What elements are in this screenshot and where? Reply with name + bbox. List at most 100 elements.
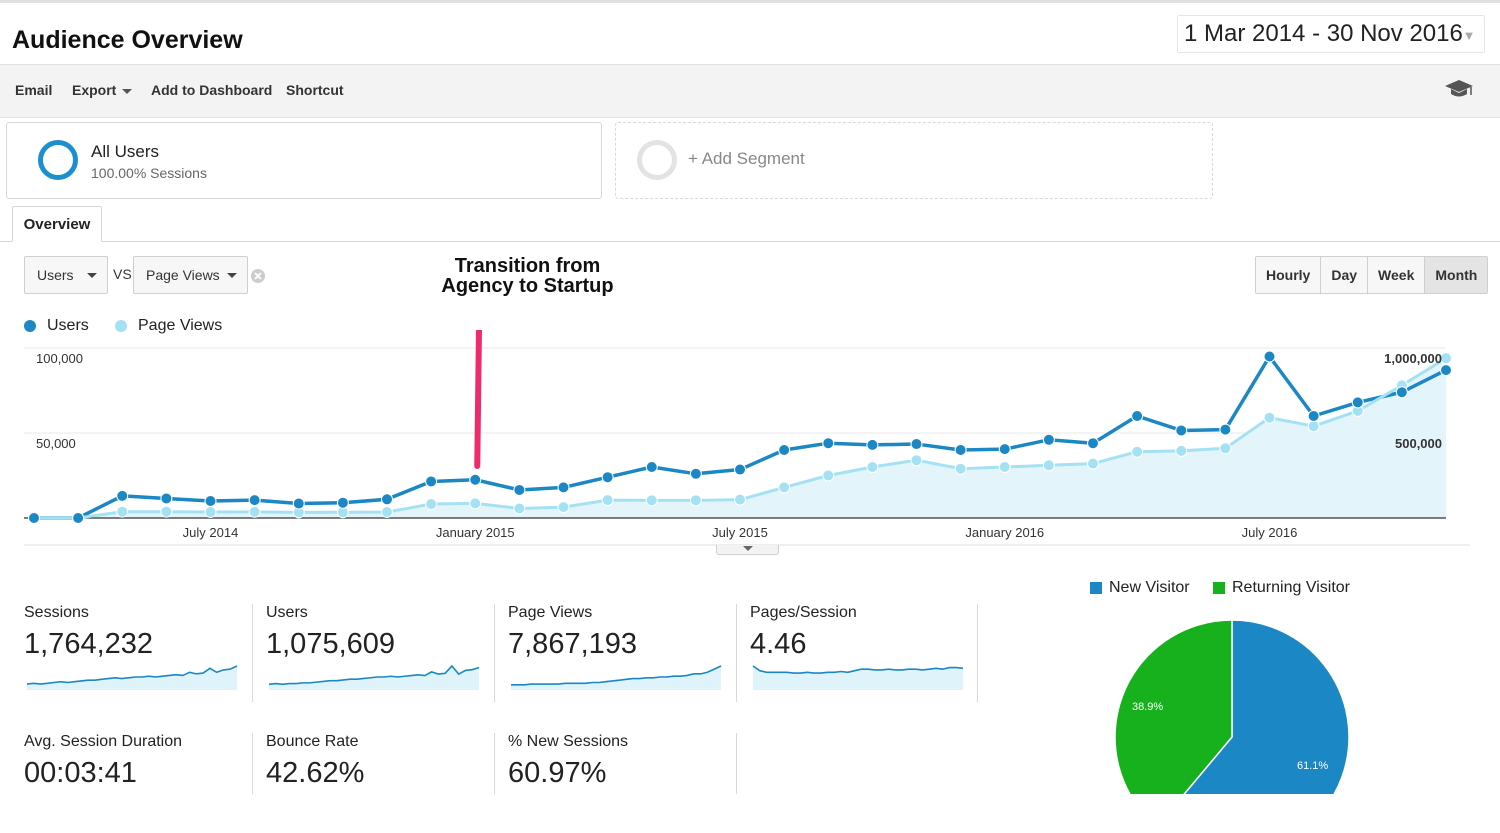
data-point-pageviews <box>910 454 923 467</box>
metric-page-views[interactable]: Page Views 7,867,193 <box>508 604 738 704</box>
caret-down-icon <box>743 546 753 551</box>
hourly-button[interactable]: Hourly <box>1256 257 1322 293</box>
data-point-pageviews <box>116 505 129 518</box>
export-label: Export <box>72 82 117 98</box>
data-point-pageviews <box>1307 420 1320 433</box>
data-point-pageviews <box>866 461 879 473</box>
metric-label: Bounce Rate <box>266 733 359 750</box>
data-point-users <box>1263 350 1276 363</box>
data-point-users <box>1307 410 1320 422</box>
date-range-picker[interactable]: 1 Mar 2014 - 30 Nov 2016 ▼ <box>1177 15 1485 53</box>
data-point-pageviews <box>822 469 835 482</box>
x-tick-label: July 2014 <box>183 525 239 540</box>
metric-label: % New Sessions <box>508 733 629 750</box>
data-point-pageviews <box>557 501 570 514</box>
data-point-pageviews <box>689 494 702 507</box>
shortcut-button[interactable]: Shortcut <box>286 82 344 98</box>
sparkline <box>511 665 722 690</box>
data-point-users <box>998 443 1011 456</box>
data-point-pageviews <box>734 493 746 506</box>
metric-divider <box>494 604 495 702</box>
legend-swatch <box>1213 582 1225 594</box>
data-point-users <box>1042 433 1055 446</box>
annotation-line-2: Agency to Startup <box>441 275 614 297</box>
data-point-pageviews <box>1219 442 1232 455</box>
day-button[interactable]: Day <box>1321 257 1369 293</box>
export-button[interactable]: Export <box>72 82 133 98</box>
pie-label-returning: 38.9% <box>1132 701 1164 713</box>
visitor-pie-chart <box>1114 619 1350 794</box>
metric-label: Users <box>266 604 308 621</box>
pie-legend-new-visitor[interactable]: New Visitor <box>1090 578 1190 598</box>
data-point-users <box>910 438 923 451</box>
data-point-pageviews <box>1042 459 1055 472</box>
metric-select-pageviews[interactable]: Page Views <box>133 256 248 294</box>
metric-sessions[interactable]: Sessions 1,764,232 <box>24 604 254 704</box>
segment-all-users[interactable]: All Users 100.00% Sessions <box>6 122 602 199</box>
data-point-users <box>469 473 482 486</box>
metric-divider <box>977 604 978 702</box>
metric-label: Sessions <box>24 604 89 621</box>
clear-comparison-icon[interactable] <box>250 268 266 284</box>
y-tick-right: 500,000 <box>1395 436 1442 451</box>
metric-new-sessions[interactable]: % New Sessions 60.97% <box>508 733 738 833</box>
pie-legend-returning-visitor[interactable]: Returning Visitor <box>1213 578 1350 598</box>
data-point-users <box>557 481 570 494</box>
x-tick-label: July 2016 <box>1242 525 1298 540</box>
tab-overview[interactable]: Overview <box>12 206 102 242</box>
data-point-users <box>204 495 217 507</box>
metric-divider <box>736 604 737 702</box>
metric-value: 60.97% <box>508 757 607 789</box>
data-point-users <box>689 467 702 480</box>
metric-pages-per-session[interactable]: Pages/Session 4.46 <box>750 604 980 704</box>
email-button[interactable]: Email <box>15 82 52 98</box>
sparkline-area <box>511 666 721 690</box>
metric-value: 1,075,609 <box>266 628 396 660</box>
metric-value: 1,764,232 <box>24 628 154 660</box>
data-point-pageviews <box>998 461 1011 473</box>
data-point-pageviews <box>513 502 526 515</box>
month-button[interactable]: Month <box>1425 257 1488 293</box>
y-tick-left: 100,000 <box>36 351 83 366</box>
legend-swatch <box>1090 582 1102 594</box>
metric-value: 4.46 <box>750 628 807 660</box>
data-point-users <box>734 463 746 476</box>
data-point-pageviews <box>778 481 791 494</box>
metric-label: Pages/Session <box>750 604 857 621</box>
metric-label: Page Views <box>508 604 593 621</box>
metric-select-users[interactable]: Users <box>24 256 108 294</box>
metric-select-users-label: Users <box>37 267 74 283</box>
data-point-pageviews <box>1087 457 1099 470</box>
data-point-users <box>292 497 305 510</box>
annotation-text: Transition from Agency to Startup <box>420 256 635 296</box>
caret-down-icon <box>87 273 97 278</box>
time-granularity-buttons: Hourly Day Week Month <box>1255 256 1489 294</box>
metric-divider <box>252 604 253 702</box>
data-point-users <box>381 493 393 506</box>
top-border <box>0 0 1500 3</box>
chevron-down-icon[interactable]: ▼ <box>1458 24 1480 46</box>
week-button[interactable]: Week <box>1368 257 1426 293</box>
data-point-users <box>72 512 85 524</box>
date-range-text: 1 Mar 2014 - 30 Nov 2016 <box>1184 20 1463 47</box>
pie-legend-label: New Visitor <box>1109 579 1190 596</box>
metric-divider <box>736 733 737 794</box>
metric-divider <box>252 733 253 794</box>
metric-bounce-rate[interactable]: Bounce Rate 42.62% <box>266 733 496 833</box>
add-segment-label: + Add Segment <box>688 149 805 168</box>
pie-legend-label: Returning Visitor <box>1232 579 1350 596</box>
segment-sessions: 100.00% Sessions <box>91 165 207 181</box>
x-tick-label: January 2015 <box>436 525 515 540</box>
add-segment-button[interactable]: + Add Segment <box>615 122 1213 199</box>
sparkline <box>26 665 238 690</box>
chart-expander[interactable] <box>716 545 779 555</box>
data-point-users <box>1351 396 1364 409</box>
data-point-pageviews <box>248 505 261 518</box>
sparkline <box>268 664 480 690</box>
data-point-users <box>645 461 658 473</box>
pie-label-new: 61.1% <box>1297 760 1329 772</box>
metric-avg-session-duration[interactable]: Avg. Session Duration 00:03:41 <box>24 733 254 833</box>
graduation-cap-icon[interactable] <box>1444 78 1474 100</box>
metric-users[interactable]: Users 1,075,609 <box>266 604 496 704</box>
add-to-dashboard-button[interactable]: Add to Dashboard <box>151 82 272 98</box>
